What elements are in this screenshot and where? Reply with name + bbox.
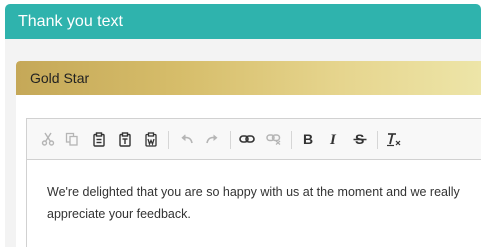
paste-from-word-icon[interactable] (142, 130, 160, 148)
editor-content[interactable]: We're delighted that you are so happy wi… (27, 160, 467, 225)
bold-icon[interactable]: B (299, 130, 317, 148)
paste-text-icon[interactable] (116, 130, 134, 148)
remove-format-icon[interactable] (385, 130, 403, 148)
toolbar-separator (377, 131, 378, 149)
link-icon[interactable] (238, 130, 256, 148)
strikethrough-icon[interactable]: S (351, 130, 369, 148)
svg-text:B: B (303, 132, 313, 146)
card-title: Gold Star (16, 61, 481, 95)
panel-title: Thank you text (5, 4, 481, 39)
italic-icon[interactable]: I (325, 130, 343, 148)
cut-icon[interactable] (39, 130, 57, 148)
thank-you-panel: Thank you text Gold Star B I We're delig… (5, 4, 481, 247)
copy-icon[interactable] (63, 130, 81, 148)
redo-icon[interactable] (203, 130, 221, 148)
undo-icon[interactable] (177, 130, 195, 148)
toolbar-separator (230, 131, 231, 149)
toolbar-separator (291, 131, 292, 149)
rich-text-editor: B I S (26, 118, 481, 247)
toolbar-separator (168, 131, 169, 149)
gold-star-card: Gold Star B I We're delighted that you a… (16, 61, 481, 247)
editor-toolbar: B I S (27, 119, 481, 160)
svg-text:I: I (329, 132, 337, 146)
paste-icon[interactable] (90, 130, 108, 148)
unlink-icon[interactable] (265, 130, 283, 148)
